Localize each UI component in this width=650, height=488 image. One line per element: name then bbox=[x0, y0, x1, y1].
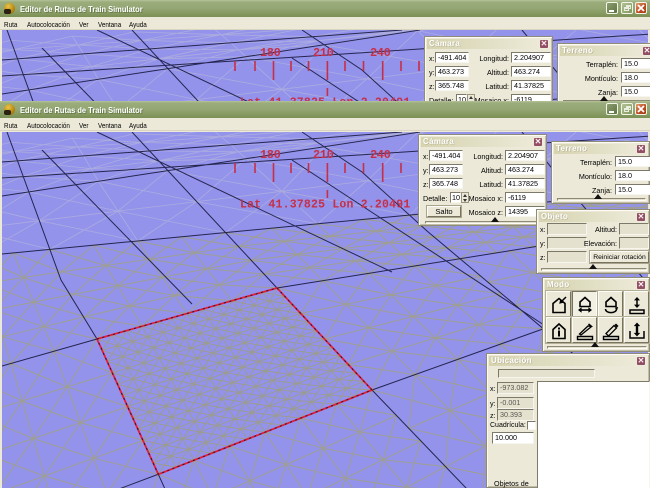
svg-text:180: 180 bbox=[260, 148, 281, 162]
svg-text:240: 240 bbox=[370, 46, 391, 60]
svg-text:180: 180 bbox=[260, 46, 281, 60]
svg-text:210: 210 bbox=[313, 148, 334, 162]
svg-text:210: 210 bbox=[313, 46, 334, 60]
svg-text:Lat 41.37825 Lon 2.20491: Lat 41.37825 Lon 2.20491 bbox=[240, 199, 410, 212]
svg-text:240: 240 bbox=[370, 148, 391, 162]
